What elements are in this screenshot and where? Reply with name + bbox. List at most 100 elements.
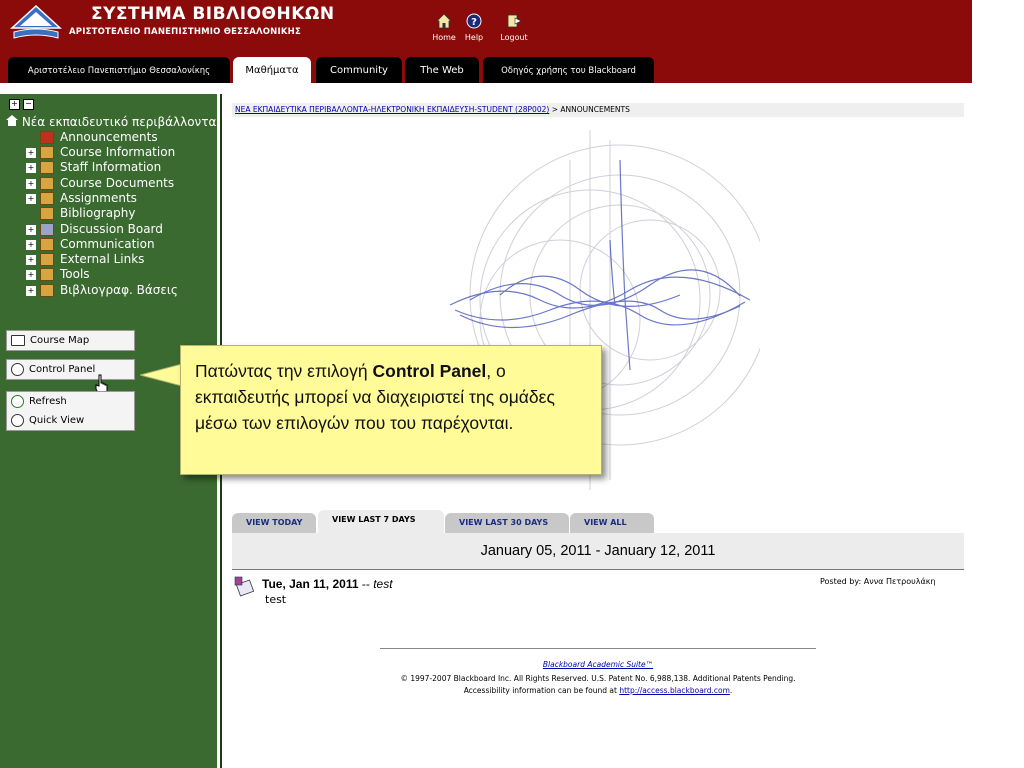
sidebar-item-label: Communication — [60, 237, 155, 251]
expand-icon[interactable]: + — [26, 239, 36, 250]
quick-view-icon — [11, 413, 24, 427]
expand-icon[interactable]: + — [26, 224, 36, 235]
expand-all-icon[interactable]: + — [9, 99, 20, 110]
logout-icon — [507, 14, 522, 28]
sidebar-item-external-links[interactable]: + External Links — [26, 252, 144, 267]
help-button[interactable]: ? Help — [458, 13, 490, 42]
callout-highlight: Control Panel — [372, 361, 487, 381]
logout-button[interactable]: Logout — [498, 13, 530, 42]
tab-view-last-30-days[interactable]: VIEW LAST 30 DAYS — [445, 513, 569, 533]
sidebar-item-label: Discussion Board — [60, 222, 163, 236]
blackboard-suite-link[interactable]: Blackboard Academic Suite™ — [543, 660, 653, 669]
sidebar-item-course-documents[interactable]: + Course Documents — [26, 176, 174, 191]
quick-view-button[interactable]: Quick View — [7, 411, 134, 430]
accessibility-link[interactable]: http://access.blackboard.com — [619, 686, 730, 695]
folder-icon — [40, 192, 54, 205]
footer-accessibility: Accessibility information can be found a… — [350, 686, 846, 695]
breadcrumb: ΝΕΑ ΕΚΠΑΙΔΕΥΤΙΚΑ ΠΕΡΙΒΑΛΛΟΝΤΑ-ΗΛΕΚΤΡΟΝΙΚ… — [232, 103, 964, 117]
control-panel-icon — [11, 362, 24, 376]
discussion-icon — [40, 223, 54, 236]
home-icon — [6, 115, 18, 126]
announcement-heading: Tue, Jan 11, 2011 -- test — [262, 577, 393, 591]
sidebar-item-discussion-board[interactable]: + Discussion Board — [26, 222, 163, 237]
sidebar-item-label: Announcements — [60, 130, 158, 144]
folder-icon — [40, 284, 54, 297]
footer-suite: Blackboard Academic Suite™ — [350, 660, 846, 669]
folder-icon — [40, 268, 54, 281]
tab-view-all[interactable]: VIEW ALL — [570, 513, 654, 533]
sidebar-item-assignments[interactable]: + Assignments — [26, 191, 137, 206]
accessibility-end: . — [729, 686, 733, 695]
breadcrumb-course-link[interactable]: ΝΕΑ ΕΚΠΑΙΔΕΥΤΙΚΑ ΠΕΡΙΒΑΛΛΟΝΤΑ-ΗΛΕΚΤΡΟΝΙΚ… — [232, 105, 549, 114]
folder-icon — [40, 207, 54, 220]
tab-community[interactable]: Community — [316, 57, 402, 83]
home-button[interactable]: Home — [428, 13, 460, 42]
announcement-body: test — [265, 593, 287, 606]
sidebar-item-label: Tools — [60, 267, 90, 281]
sidebar-item-label: Course Information — [60, 145, 176, 159]
date-range: January 05, 2011 - January 12, 2011 — [480, 543, 716, 559]
sidebar-item-announcements[interactable]: Announcements — [26, 130, 158, 145]
callout-pointer — [140, 363, 182, 387]
tab-the-web[interactable]: The Web — [405, 57, 479, 83]
sidebar-item-label: Bibliography — [60, 206, 136, 220]
control-panel-button[interactable]: Control Panel — [6, 359, 135, 380]
announcement-dash: -- — [358, 577, 374, 591]
expand-icon[interactable]: + — [26, 193, 36, 204]
callout-text: Πατώντας την επιλογή Control Panel, ο εκ… — [195, 358, 590, 436]
tab-courses[interactable]: Μαθήματα — [233, 57, 311, 83]
site-subtitle: ΑΡΙΣΤΟΤΕΛΕΙΟ ΠΑΝΕΠΙΣΤΗΜΙΟ ΘΕΣΣΑΛΟΝΙΚΗΣ — [69, 27, 301, 37]
refresh-label: Refresh — [29, 396, 67, 407]
help-icon: ? — [466, 13, 482, 29]
folder-icon — [40, 238, 54, 251]
expand-icon[interactable]: + — [26, 178, 36, 189]
refresh-button[interactable]: Refresh — [7, 392, 134, 411]
sidebar-item-tools[interactable]: + Tools — [26, 267, 90, 282]
tab-view-last-7-days[interactable]: VIEW LAST 7 DAYS — [318, 510, 444, 533]
footer-divider — [380, 648, 816, 649]
announcement-posted-by: Posted by: Αννα Πετρουλάκη — [820, 577, 936, 586]
sidebar-item-label: Staff Information — [60, 160, 162, 174]
expand-icon[interactable]: + — [26, 162, 36, 173]
announcement-date: Tue, Jan 11, 2011 — [262, 577, 359, 591]
collapse-all-icon[interactable]: − — [23, 99, 34, 110]
expand-icon[interactable]: + — [26, 147, 36, 158]
accessibility-text: Accessibility information can be found a… — [463, 686, 620, 695]
sidebar-item-staff-information[interactable]: + Staff Information — [26, 160, 161, 175]
expand-icon[interactable]: + — [26, 269, 36, 280]
course-map-button[interactable]: Course Map — [6, 330, 135, 351]
breadcrumb-current: ANNOUNCEMENTS — [560, 105, 630, 114]
sidebar-item-communication[interactable]: + Communication — [26, 237, 155, 252]
home-icon — [436, 13, 452, 29]
site-title: ΣΥΣΤΗΜΑ ΒΙΒΛΙΟΘΗΚΩΝ — [91, 4, 335, 24]
refresh-quick-view-panel: Refresh Quick View — [6, 391, 135, 431]
map-icon — [11, 334, 25, 346]
sidebar-item-label: Assignments — [60, 191, 137, 205]
folder-icon — [40, 146, 54, 159]
folder-icon — [40, 253, 54, 266]
sidebar-item-bibliographic-databases[interactable]: + Βιβλιογραφ. Βάσεις — [26, 283, 178, 298]
tab-view-today[interactable]: VIEW TODAY — [232, 513, 316, 533]
tutorial-callout: Πατώντας την επιλογή Control Panel, ο εκ… — [180, 345, 602, 475]
tab-blackboard-guide[interactable]: Οδηγός χρήσης του Blackboard — [483, 57, 654, 83]
help-label: Help — [464, 33, 484, 42]
sidebar-tree-root[interactable]: Νέα εκπαιδευτικό περιβάλλοντα — [6, 115, 216, 129]
expand-icon[interactable]: + — [26, 285, 36, 296]
folder-icon — [40, 177, 54, 190]
breadcrumb-separator: > — [551, 105, 558, 114]
tree-root-label: Νέα εκπαιδευτικό περιβάλλοντα — [21, 115, 217, 129]
tab-aristotle-university[interactable]: Αριστοτέλειο Πανεπιστήμιο Θεσσαλονίκης — [8, 57, 230, 83]
date-range-bar: January 05, 2011 - January 12, 2011 — [232, 533, 964, 570]
control-panel-label: Control Panel — [29, 364, 96, 375]
callout-text-start: Πατώντας την επιλογή — [195, 361, 373, 381]
sidebar-item-course-information[interactable]: + Course Information — [26, 145, 175, 160]
refresh-icon — [11, 394, 24, 408]
site-header: ΣΥΣΤΗΜΑ ΒΙΒΛΙΟΘΗΚΩΝ ΑΡΙΣΤΟΤΕΛΕΙΟ ΠΑΝΕΠΙΣ… — [0, 0, 972, 83]
expand-icon[interactable]: + — [26, 254, 36, 265]
course-map-label: Course Map — [30, 335, 90, 346]
svg-text:?: ? — [471, 17, 477, 28]
announcement-icon — [234, 576, 254, 597]
sidebar-item-bibliography[interactable]: Bibliography — [26, 206, 135, 221]
